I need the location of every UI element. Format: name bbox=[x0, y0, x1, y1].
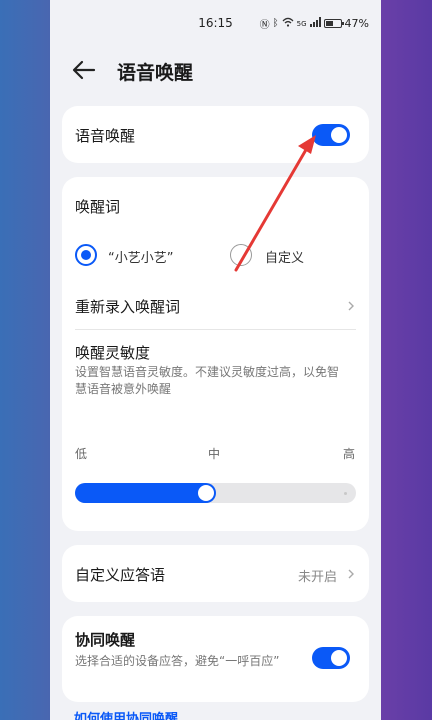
slider-end-dot bbox=[344, 492, 347, 495]
slider-fill bbox=[75, 483, 216, 503]
signal-icon bbox=[309, 17, 321, 30]
voice-wake-toggle[interactable] bbox=[312, 124, 350, 146]
help-link[interactable]: 如何使用协同唤醒 bbox=[74, 708, 178, 720]
radio-custom[interactable] bbox=[230, 244, 252, 266]
collab-wake-label: 协同唤醒 bbox=[75, 631, 136, 649]
wifi-icon bbox=[282, 17, 294, 30]
slider-thumb[interactable] bbox=[197, 485, 214, 501]
voice-wake-label: 语音唤醒 bbox=[75, 127, 136, 145]
status-bar: 16:15 Ⓝ ᛒ 5G 47% bbox=[50, 0, 381, 46]
radio-custom-label: 自定义 bbox=[265, 251, 305, 266]
wake-word-title: 唤醒词 bbox=[75, 198, 121, 216]
page-title: 语音唤醒 bbox=[117, 62, 194, 84]
sensitivity-title: 唤醒灵敏度 bbox=[75, 344, 151, 362]
battery-icon bbox=[323, 19, 344, 28]
radio-xiaoyi[interactable] bbox=[75, 244, 97, 266]
bluetooth-icon: ᛒ bbox=[272, 18, 279, 29]
toggle-knob bbox=[331, 127, 347, 143]
collab-wake-description: 选择合适的设备应答，避免“一呼百应” bbox=[75, 654, 280, 668]
radio-xiaoyi-label: “小艺小艺” bbox=[108, 251, 174, 266]
collab-wake-toggle[interactable] bbox=[312, 647, 350, 669]
collab-wake-card: 协同唤醒 选择合适的设备应答，避免“一呼百应” bbox=[62, 616, 369, 702]
custom-reply-label: 自定义应答语 bbox=[75, 566, 166, 584]
custom-reply-value: 未开启 bbox=[298, 570, 338, 585]
phone-screen: 16:15 Ⓝ ᛒ 5G 47% 语音唤醒 语音唤醒 唤醒词 “小艺小艺” 自定… bbox=[50, 0, 381, 720]
sensitivity-slider[interactable] bbox=[75, 483, 356, 503]
back-arrow-icon[interactable] bbox=[70, 56, 98, 84]
sensitivity-description: 设置智慧语音灵敏度。不建议灵敏度过高，以免智慧语音被意外唤醒 bbox=[75, 365, 340, 396]
header: 语音唤醒 bbox=[50, 50, 381, 90]
signal-label: 5G bbox=[296, 19, 307, 28]
divider bbox=[75, 329, 356, 330]
toggle-knob bbox=[331, 650, 347, 666]
chevron-right-icon bbox=[348, 301, 354, 311]
battery-percent: 47% bbox=[344, 17, 369, 30]
voice-wake-card: 语音唤醒 bbox=[62, 106, 369, 163]
tick-high: 高 bbox=[343, 447, 356, 461]
status-icons: Ⓝ ᛒ 5G 47% bbox=[260, 16, 369, 31]
tick-low: 低 bbox=[75, 447, 88, 461]
nfc-icon: Ⓝ bbox=[259, 20, 270, 31]
tick-mid: 中 bbox=[208, 447, 221, 461]
rerecord-wake-word[interactable]: 重新录入唤醒词 bbox=[75, 296, 180, 317]
wake-word-card: 唤醒词 “小艺小艺” 自定义 重新录入唤醒词 唤醒灵敏度 设置智慧语音灵敏度。不… bbox=[62, 177, 369, 531]
custom-reply-card[interactable]: 自定义应答语 未开启 bbox=[62, 545, 369, 602]
chevron-right-icon bbox=[348, 569, 354, 579]
